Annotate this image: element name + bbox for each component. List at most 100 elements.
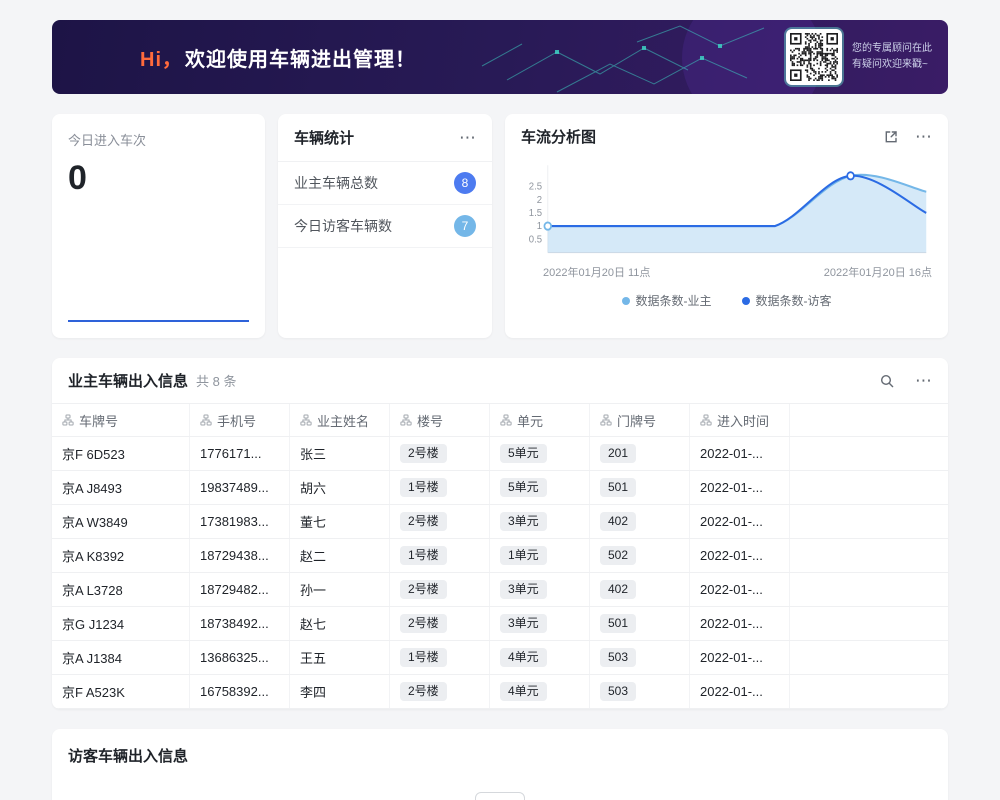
option-tag: 2号楼 bbox=[400, 614, 447, 634]
table-cell: 2号楼 bbox=[390, 505, 490, 538]
table-row[interactable]: 京A K839218729438...赵二1号楼1单元5022022-01-..… bbox=[52, 539, 948, 573]
column-header[interactable]: 手机号 bbox=[190, 404, 290, 436]
option-tag: 3单元 bbox=[500, 580, 547, 600]
table-cell: 京A J8493 bbox=[52, 471, 190, 504]
table-row[interactable]: 京F A523K16758392...李四2号楼4单元5032022-01-..… bbox=[52, 675, 948, 709]
table-cell: 2022-01-... bbox=[690, 505, 790, 538]
stat-label: 今日访客车辆数 bbox=[294, 216, 392, 236]
owner-table-header-row: 车牌号手机号业主姓名 楼号 单元 门牌号 进入时间 bbox=[52, 404, 948, 437]
more-icon[interactable]: ⋯ bbox=[915, 128, 932, 145]
table-cell: 18738492... bbox=[190, 607, 290, 640]
table-cell: 16758392... bbox=[190, 675, 290, 708]
visitor-table-title: 访客车辆出入信息 bbox=[68, 745, 932, 766]
option-tag: 3单元 bbox=[500, 614, 547, 634]
table-cell: 4单元 bbox=[490, 675, 590, 708]
option-tag: 2号楼 bbox=[400, 682, 447, 702]
qr-caption: 您的专属顾问在此 有疑问欢迎来戳~ bbox=[852, 41, 932, 73]
table-cell: 1776171... bbox=[190, 437, 290, 470]
table-cell: 王五 bbox=[290, 641, 390, 674]
export-icon[interactable] bbox=[883, 129, 899, 145]
field-type-icon bbox=[400, 414, 412, 426]
table-cell: 胡六 bbox=[290, 471, 390, 504]
table-cell: 1号楼 bbox=[390, 641, 490, 674]
table-cell: 2022-01-... bbox=[690, 437, 790, 470]
table-cell: 502 bbox=[590, 539, 690, 572]
table-cell: 1单元 bbox=[490, 539, 590, 572]
column-header[interactable]: 进入时间 bbox=[690, 404, 790, 436]
table-cell: 2022-01-... bbox=[690, 641, 790, 674]
load-more-button[interactable]: 加载 bbox=[475, 792, 525, 800]
table-cell: 503 bbox=[590, 641, 690, 674]
table-row[interactable]: 京G J123418738492...赵七2号楼3单元5012022-01-..… bbox=[52, 607, 948, 641]
option-tag: 3单元 bbox=[500, 512, 547, 532]
table-cell: 京A K8392 bbox=[52, 539, 190, 572]
table-cell-filler bbox=[790, 675, 948, 708]
table-cell: 京G J1234 bbox=[52, 607, 190, 640]
more-icon[interactable]: ⋯ bbox=[459, 129, 476, 146]
table-cell: 402 bbox=[590, 505, 690, 538]
column-header-label: 楼号 bbox=[417, 411, 443, 430]
option-tag: 503 bbox=[600, 682, 636, 702]
svg-text:2.5: 2.5 bbox=[529, 181, 543, 192]
column-header[interactable]: 楼号 bbox=[390, 404, 490, 436]
option-tag: 502 bbox=[600, 546, 636, 566]
table-cell: 2号楼 bbox=[390, 437, 490, 470]
table-cell-filler bbox=[790, 505, 948, 538]
banner-title-text: 欢迎使用车辆进出管理！ bbox=[185, 49, 416, 71]
visitor-table-card: 访客车辆出入信息 加载 bbox=[52, 729, 948, 800]
table-cell: 18729438... bbox=[190, 539, 290, 572]
banner-title: Hi，欢迎使用车辆进出管理！ bbox=[140, 43, 416, 72]
table-row[interactable]: 京A W384917381983...董七2号楼3单元4022022-01-..… bbox=[52, 505, 948, 539]
legend-label: 数据条数-业主 bbox=[636, 292, 712, 309]
table-cell: 赵二 bbox=[290, 539, 390, 572]
stat-count-badge: 7 bbox=[454, 215, 476, 237]
qr-caption-line2: 有疑问欢迎来戳~ bbox=[852, 57, 932, 73]
table-row[interactable]: 京A J849319837489...胡六1号楼5单元5012022-01-..… bbox=[52, 471, 948, 505]
legend-item[interactable]: 数据条数-业主 bbox=[622, 292, 712, 309]
x-axis-label-start: 2022年01月20日 11点 bbox=[543, 264, 650, 280]
table-row[interactable]: 京A L372818729482...孙一2号楼3单元4022022-01-..… bbox=[52, 573, 948, 607]
today-entries-title: 今日进入车次 bbox=[68, 130, 249, 149]
x-axis-label-end: 2022年01月20日 16点 bbox=[824, 264, 932, 280]
table-cell-filler bbox=[790, 573, 948, 606]
vehicle-stats-title: 车辆统计 bbox=[294, 127, 354, 148]
today-entries-axis-line bbox=[68, 320, 249, 322]
table-row[interactable]: 京A J138413686325...王五1号楼4单元5032022-01-..… bbox=[52, 641, 948, 675]
field-type-icon bbox=[200, 414, 212, 426]
vehicle-stats-list: 业主车辆总数8今日访客车辆数7 bbox=[278, 162, 492, 248]
column-header[interactable]: 单元 bbox=[490, 404, 590, 436]
table-cell: 京A J1384 bbox=[52, 641, 190, 674]
qr-code bbox=[786, 29, 842, 85]
column-header-label: 门牌号 bbox=[617, 411, 656, 430]
table-cell: 李四 bbox=[290, 675, 390, 708]
option-tag: 1单元 bbox=[500, 546, 547, 566]
table-cell: 3单元 bbox=[490, 505, 590, 538]
option-tag: 2号楼 bbox=[400, 444, 447, 464]
stat-row: 今日访客车辆数 7 bbox=[278, 205, 492, 248]
option-tag: 1号楼 bbox=[400, 648, 447, 668]
table-cell-filler bbox=[790, 539, 948, 572]
table-cell: 孙一 bbox=[290, 573, 390, 606]
search-icon[interactable] bbox=[879, 373, 895, 389]
column-header[interactable]: 车牌号 bbox=[52, 404, 190, 436]
legend-item[interactable]: 数据条数-访客 bbox=[742, 292, 832, 309]
table-cell: 2022-01-... bbox=[690, 573, 790, 606]
column-header[interactable]: 门牌号 bbox=[590, 404, 690, 436]
table-cell: 201 bbox=[590, 437, 690, 470]
table-cell: 1号楼 bbox=[390, 539, 490, 572]
table-cell: 京F 6D523 bbox=[52, 437, 190, 470]
table-row[interactable]: 京F 6D5231776171...张三2号楼5单元2012022-01-... bbox=[52, 437, 948, 471]
more-icon[interactable]: ⋯ bbox=[915, 372, 932, 389]
option-tag: 402 bbox=[600, 580, 636, 600]
column-header-filler bbox=[790, 404, 948, 436]
table-cell-filler bbox=[790, 437, 948, 470]
today-entries-value: 0 bbox=[68, 159, 249, 198]
table-cell-filler bbox=[790, 471, 948, 504]
legend-dot-icon bbox=[742, 297, 750, 305]
column-header[interactable]: 业主姓名 bbox=[290, 404, 390, 436]
table-cell-filler bbox=[790, 607, 948, 640]
option-tag: 1号楼 bbox=[400, 478, 447, 498]
option-tag: 2号楼 bbox=[400, 580, 447, 600]
dashboard-page: Hi，欢迎使用车辆进出管理！ 您的专属顾问在此 有疑问欢迎来戳~ 今日进入车次 … bbox=[0, 0, 1000, 800]
today-entries-card: 今日进入车次 0 bbox=[52, 114, 265, 338]
